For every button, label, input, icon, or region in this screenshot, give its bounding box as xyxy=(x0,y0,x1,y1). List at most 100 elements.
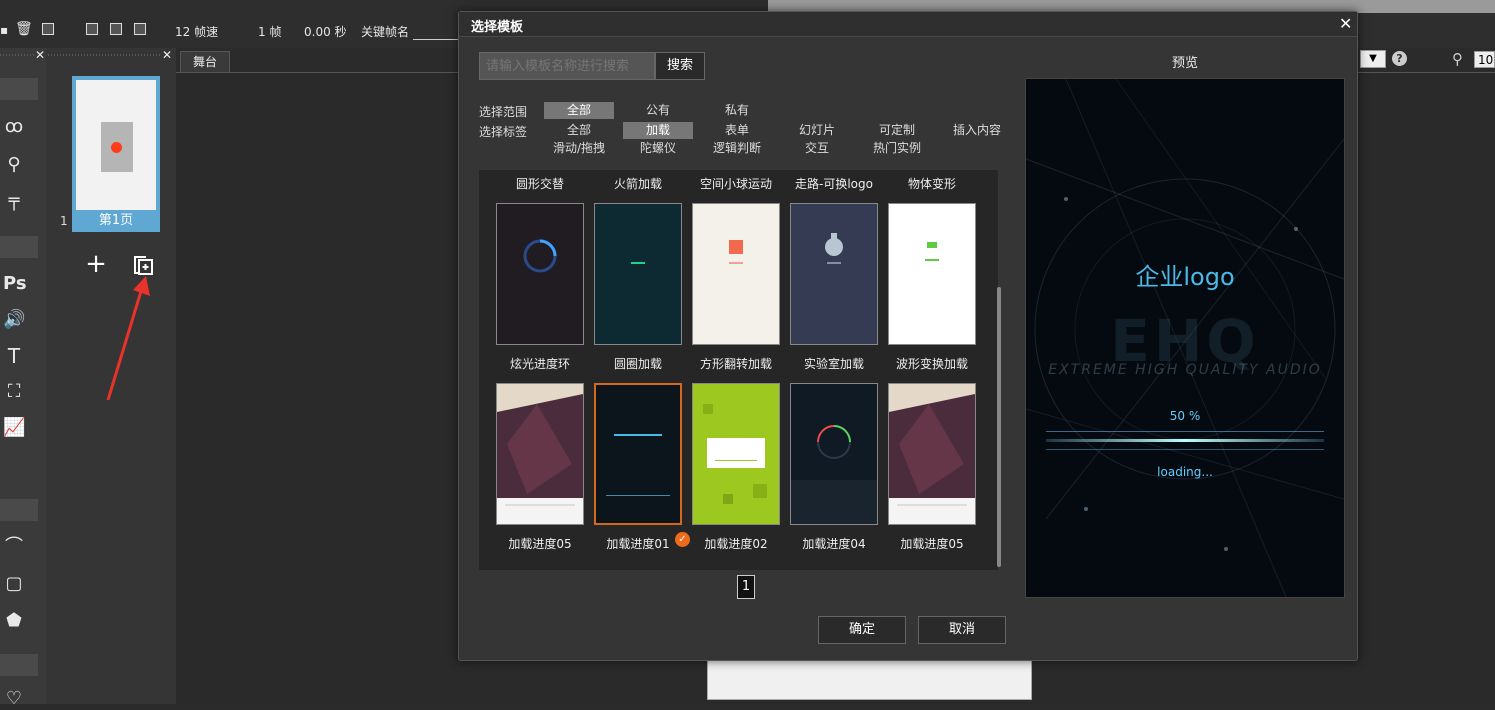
delete-frame-icon[interactable] xyxy=(134,23,146,35)
template-name[interactable]: 实验室加载 xyxy=(785,355,883,372)
template-dialog: 选择模板 ✕ 搜索 选择范围 全部 公有 私有 选择标签 全部 加载 表单 幻灯… xyxy=(458,11,1358,661)
template-name[interactable]: 加载进度02 xyxy=(687,535,785,552)
preview-progress-line xyxy=(1046,449,1324,450)
template-label[interactable]: 圆形交替 xyxy=(491,175,589,192)
tag-option-all[interactable]: 全部 xyxy=(544,122,614,139)
annotation-arrow xyxy=(106,276,150,401)
tag-option-interaction[interactable]: 交互 xyxy=(782,140,852,157)
close-icon[interactable]: ✕ xyxy=(1339,14,1352,33)
seconds-readout: 0.00 秒 xyxy=(304,25,347,39)
template-card[interactable] xyxy=(692,383,780,525)
template-label[interactable]: 走路-可换logo xyxy=(785,175,883,192)
sound-icon[interactable]: 🔊 xyxy=(3,309,25,331)
template-label[interactable]: 火箭加载 xyxy=(589,175,687,192)
ruler-icon[interactable]: ╤ xyxy=(3,190,25,212)
keyframe-label: 关键帧名 xyxy=(361,25,410,39)
toolbar-edge-icon[interactable]: ▪ xyxy=(0,23,8,37)
tag-label: 选择标签 xyxy=(479,125,528,139)
template-card[interactable] xyxy=(790,383,878,525)
page-thumbnail[interactable]: 第1页 xyxy=(72,76,160,232)
thumbnail-dot xyxy=(111,142,122,153)
tool-group-header xyxy=(0,499,38,521)
template-label[interactable]: 空间小球运动 xyxy=(687,175,785,192)
photoshop-import-icon[interactable]: Ps xyxy=(3,273,27,295)
preview-logo-text: 企业logo xyxy=(1135,263,1235,291)
preview-pane: EHQ EXTREME HIGH QUALITY AUDIO 企业logo 50… xyxy=(1025,78,1345,598)
template-card[interactable] xyxy=(790,203,878,345)
zoom-tool-icon[interactable]: ⚲ xyxy=(3,154,25,176)
template-thumbnail xyxy=(497,384,583,524)
template-thumbnail xyxy=(791,425,877,524)
template-card[interactable] xyxy=(496,383,584,525)
curve-tool-icon[interactable]: ⌒ xyxy=(3,536,25,558)
page-thumbnail-canvas xyxy=(76,80,156,210)
tab-stage[interactable]: 舞台 xyxy=(180,51,230,73)
template-card[interactable] xyxy=(692,203,780,345)
tag-option-customizable[interactable]: 可定制 xyxy=(862,122,932,139)
template-name[interactable]: 加载进度05 xyxy=(491,535,589,552)
template-name[interactable]: 加载进度01 xyxy=(589,535,687,552)
confirm-button[interactable]: 确定 xyxy=(818,616,906,644)
dialog-titlebar: 选择模板 xyxy=(459,12,1357,37)
template-name[interactable]: 圆圈加载 xyxy=(589,355,687,372)
fps-readout: 12 帧速 xyxy=(175,25,219,39)
preview-percent: 50 % xyxy=(1169,409,1201,423)
scale-select-dropdown[interactable]: ▼ xyxy=(1360,50,1386,68)
template-thumbnail xyxy=(925,242,939,261)
cancel-button[interactable]: 取消 xyxy=(918,616,1006,644)
stage-canvas[interactable] xyxy=(707,658,1032,700)
tag-option-form[interactable]: 表单 xyxy=(702,122,772,139)
lasso-icon[interactable]: ꝏ xyxy=(3,116,25,138)
zoom-icon[interactable]: ⚲ xyxy=(1452,50,1463,68)
tag-option-logic[interactable]: 逻辑判断 xyxy=(702,140,772,157)
trash-icon[interactable]: 🗑 xyxy=(15,21,33,37)
search-button[interactable]: 搜索 xyxy=(655,52,705,80)
range-option-private[interactable]: 私有 xyxy=(702,102,772,119)
dialog-title: 选择模板 xyxy=(471,20,524,35)
chart-tool-icon[interactable]: 📈 xyxy=(3,417,25,439)
pagination-page[interactable]: 1 xyxy=(737,575,755,599)
tag-option-insert-content[interactable]: 插入内容 xyxy=(942,122,1012,139)
template-name[interactable]: 波形变换加载 xyxy=(883,355,981,372)
polygon-icon[interactable]: ⬟ xyxy=(3,610,25,632)
template-card[interactable] xyxy=(888,203,976,345)
template-thumbnail xyxy=(606,434,670,496)
rounded-rect-icon[interactable]: ▢ xyxy=(3,573,25,595)
preview-loading-text: loading... xyxy=(1157,465,1213,479)
template-thumbnail xyxy=(631,262,645,264)
range-option-public[interactable]: 公有 xyxy=(623,102,693,119)
insert-frame-icon[interactable] xyxy=(110,23,122,35)
template-thumbnail xyxy=(729,240,743,264)
text-tool-icon[interactable]: T xyxy=(3,345,25,367)
template-search-input[interactable] xyxy=(479,52,655,80)
range-option-all[interactable]: 全部 xyxy=(544,102,614,119)
heart-icon[interactable]: ♡ xyxy=(3,688,25,710)
presentation-icon[interactable]: ⛶ xyxy=(3,381,25,403)
template-card[interactable] xyxy=(888,383,976,525)
template-thumbnail xyxy=(825,233,843,264)
tag-option-slideshow[interactable]: 幻灯片 xyxy=(782,122,852,139)
help-icon[interactable]: ? xyxy=(1392,51,1407,66)
frame-readout: 1 帧 xyxy=(258,25,282,39)
template-card[interactable] xyxy=(496,203,584,345)
template-name[interactable]: 炫光进度环 xyxy=(491,355,589,372)
tag-option-popular[interactable]: 热门实例 xyxy=(862,140,932,157)
preview-progress-line xyxy=(1046,431,1324,432)
template-name[interactable]: 加载进度04 xyxy=(785,535,883,552)
template-grid-scrollbar[interactable] xyxy=(997,287,1001,567)
template-card[interactable] xyxy=(594,203,682,345)
tag-option-loading[interactable]: 加载 xyxy=(623,122,693,139)
tag-option-gyroscope[interactable]: 陀螺仪 xyxy=(623,140,693,157)
svg-text:✕: ✕ xyxy=(162,48,172,62)
template-card-selected[interactable] xyxy=(594,383,682,525)
frame-icon[interactable] xyxy=(86,23,98,35)
zoom-input[interactable]: 10 xyxy=(1474,51,1495,68)
keyframe-name-input[interactable] xyxy=(413,39,461,40)
template-name[interactable]: 方形翻转加载 xyxy=(687,355,785,372)
template-name[interactable]: 加载进度05 xyxy=(883,535,981,552)
copy-frame-icon[interactable] xyxy=(42,23,54,35)
tag-option-slide-drag[interactable]: 滑动/拖拽 xyxy=(544,140,614,157)
template-label[interactable]: 物体变形 xyxy=(883,175,981,192)
preview-title: 预览 xyxy=(1171,56,1198,71)
preview-progress-bar xyxy=(1046,439,1324,442)
